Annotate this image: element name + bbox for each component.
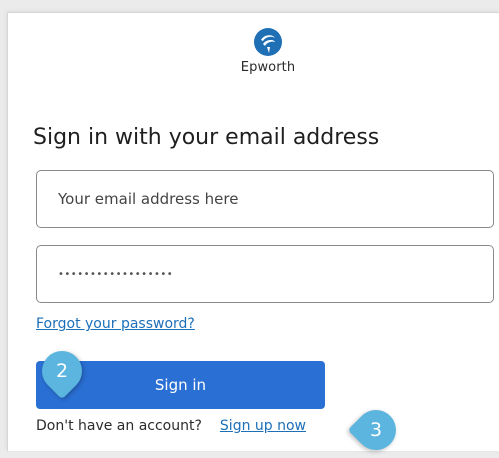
signup-prompt: Don't have an account? — [36, 418, 202, 434]
brand-name: Epworth — [240, 60, 296, 75]
email-field[interactable] — [36, 170, 494, 228]
step-2-label: 2 — [55, 360, 69, 382]
epworth-logo-icon — [254, 28, 282, 56]
brand-logo: Epworth — [238, 27, 298, 75]
signin-panel: Epworth Sign in with your email address … — [7, 12, 499, 458]
forgot-password-link[interactable]: Forgot your password? — [36, 316, 195, 332]
password-input[interactable] — [37, 246, 493, 302]
page-title: Sign in with your email address — [33, 125, 380, 150]
password-field[interactable] — [36, 245, 494, 303]
email-input[interactable] — [37, 171, 493, 227]
step-3-label: 3 — [369, 419, 383, 441]
sign-up-link[interactable]: Sign up now — [220, 418, 306, 434]
signup-row: Don't have an account? Sign up now — [36, 418, 306, 434]
